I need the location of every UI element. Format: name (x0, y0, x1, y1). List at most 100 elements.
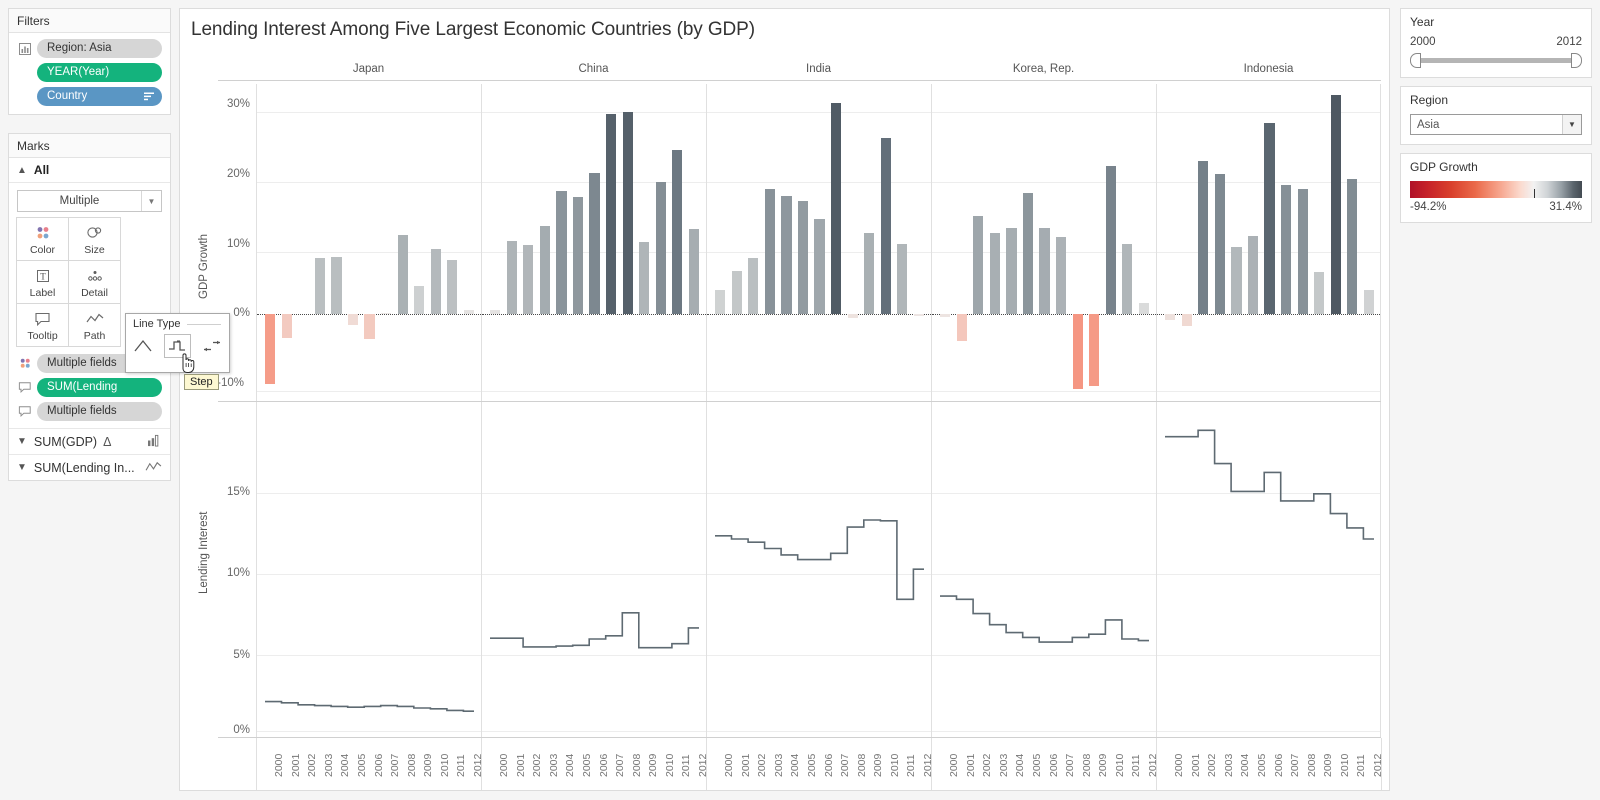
gdp-bar[interactable] (347, 314, 359, 325)
gdp-bar[interactable] (672, 150, 683, 314)
gdp-bar[interactable] (1039, 227, 1050, 314)
gdp-bar[interactable] (1055, 237, 1067, 314)
mark-pill-sum-lending[interactable]: SUM(Lending (37, 378, 162, 397)
gdp-bar[interactable] (463, 309, 474, 314)
gdp-bar[interactable] (414, 286, 425, 314)
gdp-bar[interactable] (639, 242, 650, 314)
gdp-bar[interactable] (1122, 244, 1133, 314)
marks-field-card-lending[interactable]: ▼ SUM(Lending In... (9, 454, 170, 480)
chevron-down-icon[interactable]: ▼ (17, 436, 27, 447)
gdp-bar[interactable] (1105, 165, 1116, 314)
gdp-bar[interactable] (1264, 123, 1275, 314)
slider-handle-left[interactable] (1410, 53, 1421, 68)
marks-field-card-gdp[interactable]: ▼ SUM(GDP) Δ (9, 428, 170, 454)
gdp-bar[interactable] (781, 195, 792, 314)
gdp-bar[interactable] (506, 240, 517, 314)
gdp-bar[interactable] (880, 138, 891, 314)
marks-button-label[interactable]: T Label (16, 260, 69, 304)
gdp-bar[interactable] (1214, 173, 1226, 314)
slider-handle-right[interactable] (1571, 53, 1582, 68)
color-gradient-bar[interactable] (1410, 181, 1582, 198)
mark-pill-multiple-fields-tooltip[interactable]: Multiple fields (37, 402, 162, 421)
gdp-bar[interactable] (622, 111, 633, 314)
gdp-bar[interactable] (556, 191, 567, 314)
year-range-slider[interactable] (1410, 52, 1582, 68)
gdp-bar[interactable] (523, 245, 534, 314)
lending-step-line[interactable] (257, 402, 481, 737)
lending-step-line[interactable] (482, 402, 706, 737)
gdp-bar[interactable] (447, 260, 458, 314)
line-type-option-jump[interactable] (198, 334, 225, 358)
gdp-bar[interactable] (1138, 302, 1149, 314)
gdp-bar[interactable] (1072, 314, 1083, 390)
gdp-bar[interactable] (397, 235, 408, 314)
chevron-down-icon[interactable]: ▼ (17, 462, 27, 473)
lending-step-line[interactable] (932, 402, 1156, 737)
gdp-bar[interactable] (1089, 314, 1100, 386)
gdp-bar[interactable] (797, 201, 809, 314)
gdp-bar[interactable] (1165, 314, 1176, 320)
marks-button-tooltip[interactable]: Tooltip (16, 303, 69, 347)
gdp-bar[interactable] (364, 314, 375, 340)
gdp-bar[interactable] (913, 314, 924, 317)
gdp-bar[interactable] (1330, 95, 1341, 314)
marks-all-header[interactable]: ▲ All (9, 158, 170, 183)
gdp-bar[interactable] (764, 188, 776, 314)
gdp-bar[interactable] (715, 289, 726, 314)
lending-step-line[interactable] (707, 402, 931, 737)
gdp-bar[interactable] (864, 233, 875, 314)
gdp-bar[interactable] (380, 312, 392, 314)
gdp-bar[interactable] (748, 258, 759, 314)
gdp-bar[interactable] (331, 256, 342, 314)
gdp-bar[interactable] (1297, 188, 1308, 314)
gdp-bar[interactable] (688, 229, 699, 314)
gdp-bar[interactable] (605, 114, 617, 314)
gdp-bar[interactable] (655, 182, 666, 314)
gdp-bar[interactable] (1347, 178, 1358, 314)
lending-tick-15: 15% (226, 486, 250, 498)
filter-pill-country[interactable]: Country (37, 87, 162, 106)
gdp-bar[interactable] (281, 314, 292, 339)
mark-type-select[interactable]: Multiple ▼ (17, 190, 162, 212)
gdp-bar[interactable] (1006, 228, 1017, 314)
gdp-bar[interactable] (1181, 314, 1192, 326)
gdp-bar[interactable] (539, 226, 551, 314)
gdp-bar[interactable] (1247, 235, 1259, 314)
gdp-bar[interactable] (956, 314, 967, 342)
gdp-bar[interactable] (1314, 272, 1325, 314)
marks-button-path[interactable]: Path (68, 303, 121, 347)
color-dots-icon (17, 357, 33, 371)
gdp-bar[interactable] (731, 270, 742, 314)
gdp-bar[interactable] (973, 216, 984, 314)
gdp-bar[interactable] (265, 314, 276, 384)
gdp-bar[interactable] (572, 196, 584, 314)
gdp-bar[interactable] (830, 102, 842, 314)
gdp-bar[interactable] (989, 232, 1001, 314)
region-dropdown[interactable]: Asia ▼ (1410, 114, 1582, 135)
gdp-bar[interactable] (1022, 193, 1034, 314)
gdp-bar[interactable] (814, 218, 825, 314)
gdp-bar[interactable] (847, 314, 858, 319)
gdp-bar[interactable] (430, 249, 441, 314)
gdp-bar[interactable] (1198, 160, 1209, 314)
gdp-bar[interactable] (490, 309, 501, 314)
chevron-down-icon[interactable]: ▼ (1562, 115, 1581, 134)
filter-pill-region[interactable]: Region: Asia (37, 39, 162, 58)
chevron-down-icon[interactable]: ▼ (141, 191, 161, 211)
marks-button-size[interactable]: Size (68, 217, 121, 261)
slider-track[interactable] (1416, 58, 1576, 63)
marks-button-detail[interactable]: Detail (68, 260, 121, 304)
filter-pill-year[interactable]: YEAR(Year) (37, 63, 162, 82)
lending-step-line[interactable] (1157, 402, 1381, 737)
year-tick-label: 2004 (564, 753, 577, 777)
gdp-bar[interactable] (897, 244, 908, 314)
gridline (257, 391, 481, 392)
gdp-bar[interactable] (589, 172, 600, 314)
gdp-bar[interactable] (1280, 185, 1292, 314)
marks-button-color[interactable]: Color (16, 217, 69, 261)
gdp-bar[interactable] (314, 257, 326, 314)
gdp-bar[interactable] (1363, 290, 1374, 314)
gdp-bar[interactable] (1231, 247, 1242, 314)
gdp-bar[interactable] (940, 314, 951, 317)
line-type-option-linear[interactable] (130, 334, 157, 358)
